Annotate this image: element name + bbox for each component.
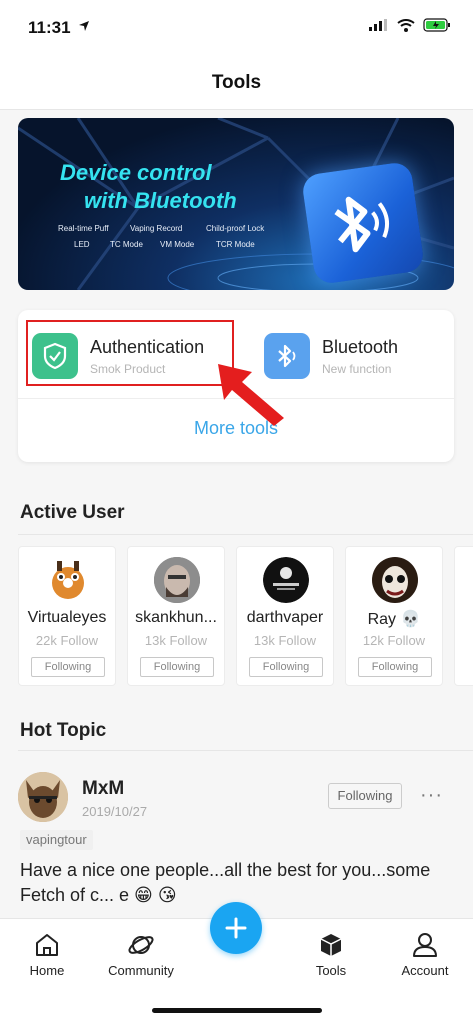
tab-account[interactable]: Account [380, 931, 470, 978]
user-name: darthvaper [246, 609, 324, 626]
banner-feature: LED [74, 240, 90, 249]
bluetooth-icon [300, 160, 426, 286]
highlight-box [26, 320, 234, 386]
battery-icon [423, 18, 450, 32]
active-user-list[interactable]: Virtualeyes 22k Follow Following skankhu… [18, 546, 473, 686]
bluetooth-promo-banner[interactable]: Device control with Bluetooth Real-time … [18, 118, 454, 290]
add-post-button[interactable] [210, 902, 262, 954]
user-name: Virtualeyes [27, 609, 107, 626]
planet-icon [128, 936, 154, 954]
tool-subtitle: New function [322, 361, 392, 376]
user-name: Ray 💀 [367, 611, 421, 628]
user-card[interactable]: skankhun... 13k Follow Following [127, 546, 225, 686]
user-follow-count: 22k Follow [35, 633, 99, 648]
cube-icon [320, 934, 342, 956]
avatar [154, 557, 200, 603]
home-icon [36, 934, 58, 956]
page-title: Tools [211, 72, 262, 93]
user-name: skankhun... [135, 609, 217, 626]
avatar[interactable] [18, 772, 68, 822]
section-title-hot-topic: Hot Topic [20, 720, 107, 741]
banner-feature: TC Mode [110, 240, 143, 249]
user-card[interactable]: darthvaper 13k Follow Following [236, 546, 334, 686]
tab-label: Account [401, 963, 449, 978]
following-button[interactable]: Following [328, 783, 402, 809]
tab-community[interactable]: Community [96, 931, 186, 978]
tool-name: Bluetooth [322, 336, 399, 357]
tab-label: Community [108, 963, 174, 978]
location-arrow-icon [79, 21, 89, 31]
banner-feature: Child-proof Lock [206, 224, 265, 233]
signal-icon [369, 19, 387, 31]
banner-feature: Real-time Puff [58, 224, 109, 233]
status-time: 11:31 [28, 18, 71, 37]
avatar [263, 557, 309, 603]
post-tag[interactable]: vapingtour [20, 830, 93, 850]
post-date: 2019/10/27 [82, 804, 148, 819]
banner-title-line1: Device control [60, 160, 212, 185]
tab-label: Tools [315, 963, 347, 978]
divider [18, 750, 473, 751]
following-button[interactable]: Following [249, 657, 323, 677]
person-icon [413, 933, 437, 957]
nav-bar: Tools [0, 56, 473, 110]
user-follow-count: 12k Follow [362, 633, 426, 648]
post-author[interactable]: MxM [82, 778, 124, 800]
tab-tools[interactable]: Tools [286, 931, 376, 978]
red-arrow-annotation [218, 364, 284, 426]
following-button[interactable]: Following [358, 657, 432, 677]
banner-feature: TCR Mode [216, 240, 255, 249]
status-bar: 11:31 [0, 0, 473, 56]
main-content[interactable]: Device control with Bluetooth Real-time … [0, 110, 473, 918]
following-button[interactable]: Following [140, 657, 214, 677]
avatar [372, 557, 418, 603]
plus-icon [225, 917, 247, 939]
banner-feature: Vaping Record [130, 224, 183, 233]
more-options-button[interactable]: ··· [420, 784, 443, 807]
user-follow-count: 13k Follow [144, 633, 208, 648]
avatar [45, 557, 91, 603]
home-indicator[interactable] [152, 1008, 322, 1013]
user-follow-count: 13k Follow [253, 633, 317, 648]
post-body[interactable]: Have a nice one people...all the best fo… [20, 858, 440, 908]
divider [18, 534, 473, 535]
user-card[interactable]: Virtualeyes 22k Follow Following [18, 546, 116, 686]
tab-home[interactable]: Home [2, 931, 92, 978]
wifi-icon [397, 18, 415, 32]
user-card-partial[interactable] [454, 546, 473, 686]
tab-label: Home [29, 963, 65, 978]
banner-title-line2: with Bluetooth [84, 188, 237, 213]
following-button[interactable]: Following [31, 657, 105, 677]
section-title-active-user: Active User [20, 502, 125, 523]
user-card[interactable]: Ray 💀 12k Follow Following [345, 546, 443, 686]
banner-feature: VM Mode [160, 240, 195, 249]
status-icons [369, 18, 451, 32]
